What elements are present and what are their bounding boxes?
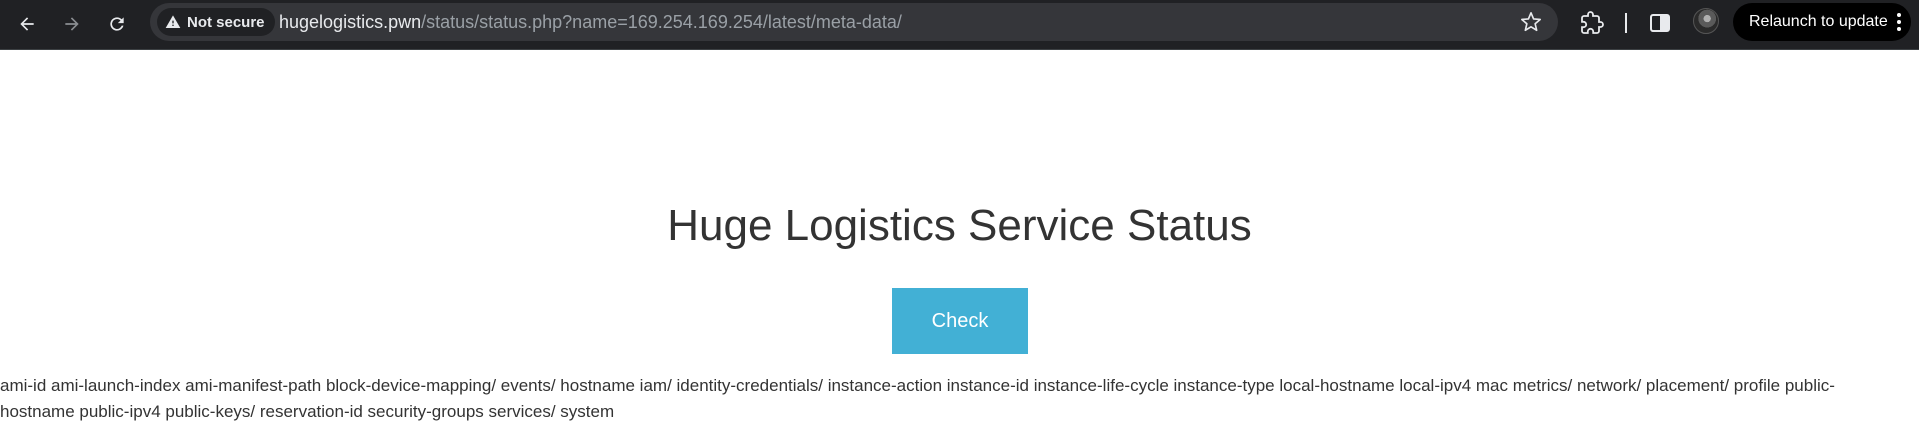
profile-avatar[interactable] bbox=[1693, 8, 1719, 34]
metadata-result: ami-id ami-launch-index ami-manifest-pat… bbox=[0, 376, 1835, 421]
kebab-menu-icon[interactable] bbox=[1897, 13, 1901, 31]
relaunch-button[interactable]: Relaunch to update bbox=[1733, 3, 1911, 41]
reload-icon bbox=[110, 17, 124, 31]
security-indicator[interactable]: Not secure bbox=[157, 8, 275, 36]
forward-button[interactable] bbox=[54, 6, 90, 42]
url-host: hugelogistics.pwn bbox=[279, 12, 422, 32]
address-bar[interactable]: Not secure hugelogistics.pwn/status/stat… bbox=[150, 3, 1558, 41]
url-path: /status/status.php?name=169.254.169.254/… bbox=[421, 12, 902, 32]
warning-icon bbox=[165, 15, 181, 28]
extensions-icon[interactable] bbox=[1580, 11, 1604, 35]
page-title: Huge Logistics Service Status bbox=[667, 201, 1252, 250]
url-text[interactable]: hugelogistics.pwn/status/status.php?name… bbox=[279, 12, 902, 32]
reload-button[interactable] bbox=[99, 6, 135, 42]
toolbar-separator bbox=[1625, 13, 1627, 33]
check-button[interactable]: Check bbox=[892, 288, 1028, 354]
security-label: Not secure bbox=[187, 13, 265, 31]
side-panel-icon[interactable] bbox=[1648, 11, 1672, 35]
relaunch-label: Relaunch to update bbox=[1749, 13, 1888, 30]
forward-arrow-icon bbox=[65, 17, 79, 31]
back-arrow-icon bbox=[20, 17, 34, 31]
star-icon[interactable] bbox=[1520, 11, 1542, 33]
back-button[interactable] bbox=[9, 6, 45, 42]
browser-toolbar: Not secure hugelogistics.pwn/status/stat… bbox=[0, 0, 1919, 50]
